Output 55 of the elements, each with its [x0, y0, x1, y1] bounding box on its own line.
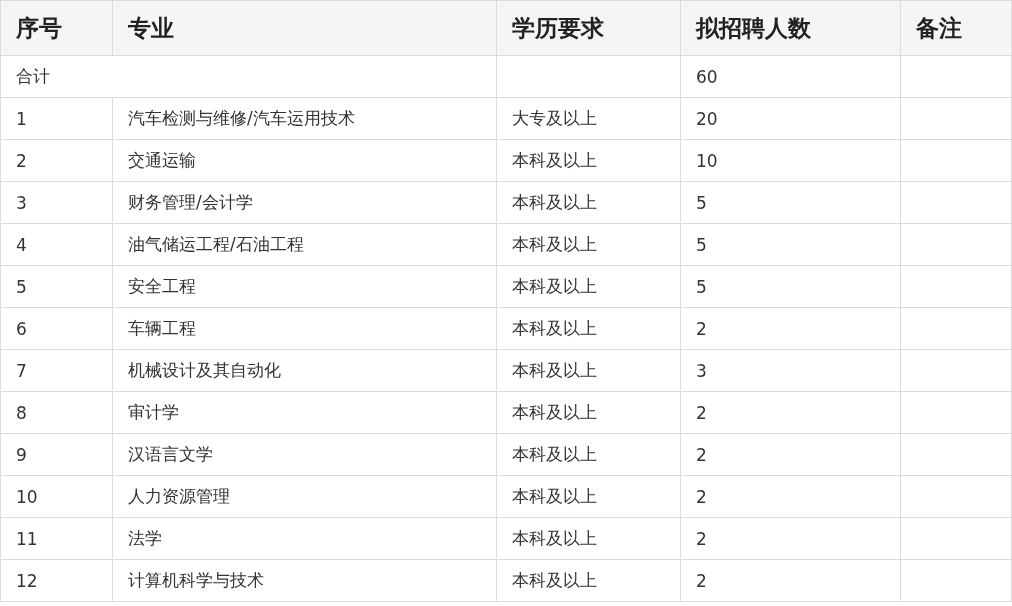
table-cell: 12: [0, 559, 113, 602]
table-cell: 7: [0, 349, 113, 392]
table-cell: 2: [680, 433, 901, 476]
table-cell: 本科及以上: [496, 391, 681, 434]
column-header: 拟招聘人数: [680, 0, 901, 56]
table-cell: 本科及以上: [496, 433, 681, 476]
column-header: 专业: [112, 0, 497, 56]
table-cell: 3: [0, 181, 113, 224]
table-cell: 本科及以上: [496, 559, 681, 602]
column-header: 序号: [0, 0, 113, 56]
table-cell: 计算机科学与技术: [112, 559, 497, 602]
table-cell: 交通运输: [112, 139, 497, 182]
table-cell: 本科及以上: [496, 139, 681, 182]
table-cell: 大专及以上: [496, 97, 681, 140]
table-cell: 8: [0, 391, 113, 434]
table-cell: 1: [0, 97, 113, 140]
table-cell: 汉语言文学: [112, 433, 497, 476]
table-cell: 本科及以上: [496, 181, 681, 224]
table-cell: 机械设计及其自动化: [112, 349, 497, 392]
table-cell: 审计学: [112, 391, 497, 434]
table-cell: 11: [0, 517, 113, 560]
table-cell: 5: [680, 223, 901, 266]
table-cell: 5: [0, 265, 113, 308]
table-cell: 人力资源管理: [112, 475, 497, 518]
table-cell: 4: [0, 223, 113, 266]
table-cell: 合计: [0, 55, 497, 98]
table-cell: 本科及以上: [496, 307, 681, 350]
table-cell: 3: [680, 349, 901, 392]
table-cell: 油气储运工程/石油工程: [112, 223, 497, 266]
table-cell: 6: [0, 307, 113, 350]
column-header: 备注: [900, 0, 1012, 56]
table-cell: 2: [680, 475, 901, 518]
table-cell: 2: [680, 559, 901, 602]
table-cell: 财务管理/会计学: [112, 181, 497, 224]
table-cell: 本科及以上: [496, 265, 681, 308]
table-cell: 2: [680, 307, 901, 350]
table-cell: 法学: [112, 517, 497, 560]
table-cell: 安全工程: [112, 265, 497, 308]
table-cell: 车辆工程: [112, 307, 497, 350]
table-cell: 5: [680, 265, 901, 308]
table-cell: 本科及以上: [496, 517, 681, 560]
column-header: 学历要求: [496, 0, 681, 56]
table-cell: 2: [680, 517, 901, 560]
table-cell: 9: [0, 433, 113, 476]
table-cell: 20: [680, 97, 901, 140]
table-cell: 2: [680, 391, 901, 434]
table-cell: 10: [680, 139, 901, 182]
table-cell: 5: [680, 181, 901, 224]
table-cell: 10: [0, 475, 113, 518]
table-cell: 本科及以上: [496, 475, 681, 518]
table-cell: 60: [680, 55, 901, 98]
table-cell: 汽车检测与维修/汽车运用技术: [112, 97, 497, 140]
table-cell: 2: [0, 139, 113, 182]
table-cell: 本科及以上: [496, 349, 681, 392]
table-cell: 本科及以上: [496, 223, 681, 266]
